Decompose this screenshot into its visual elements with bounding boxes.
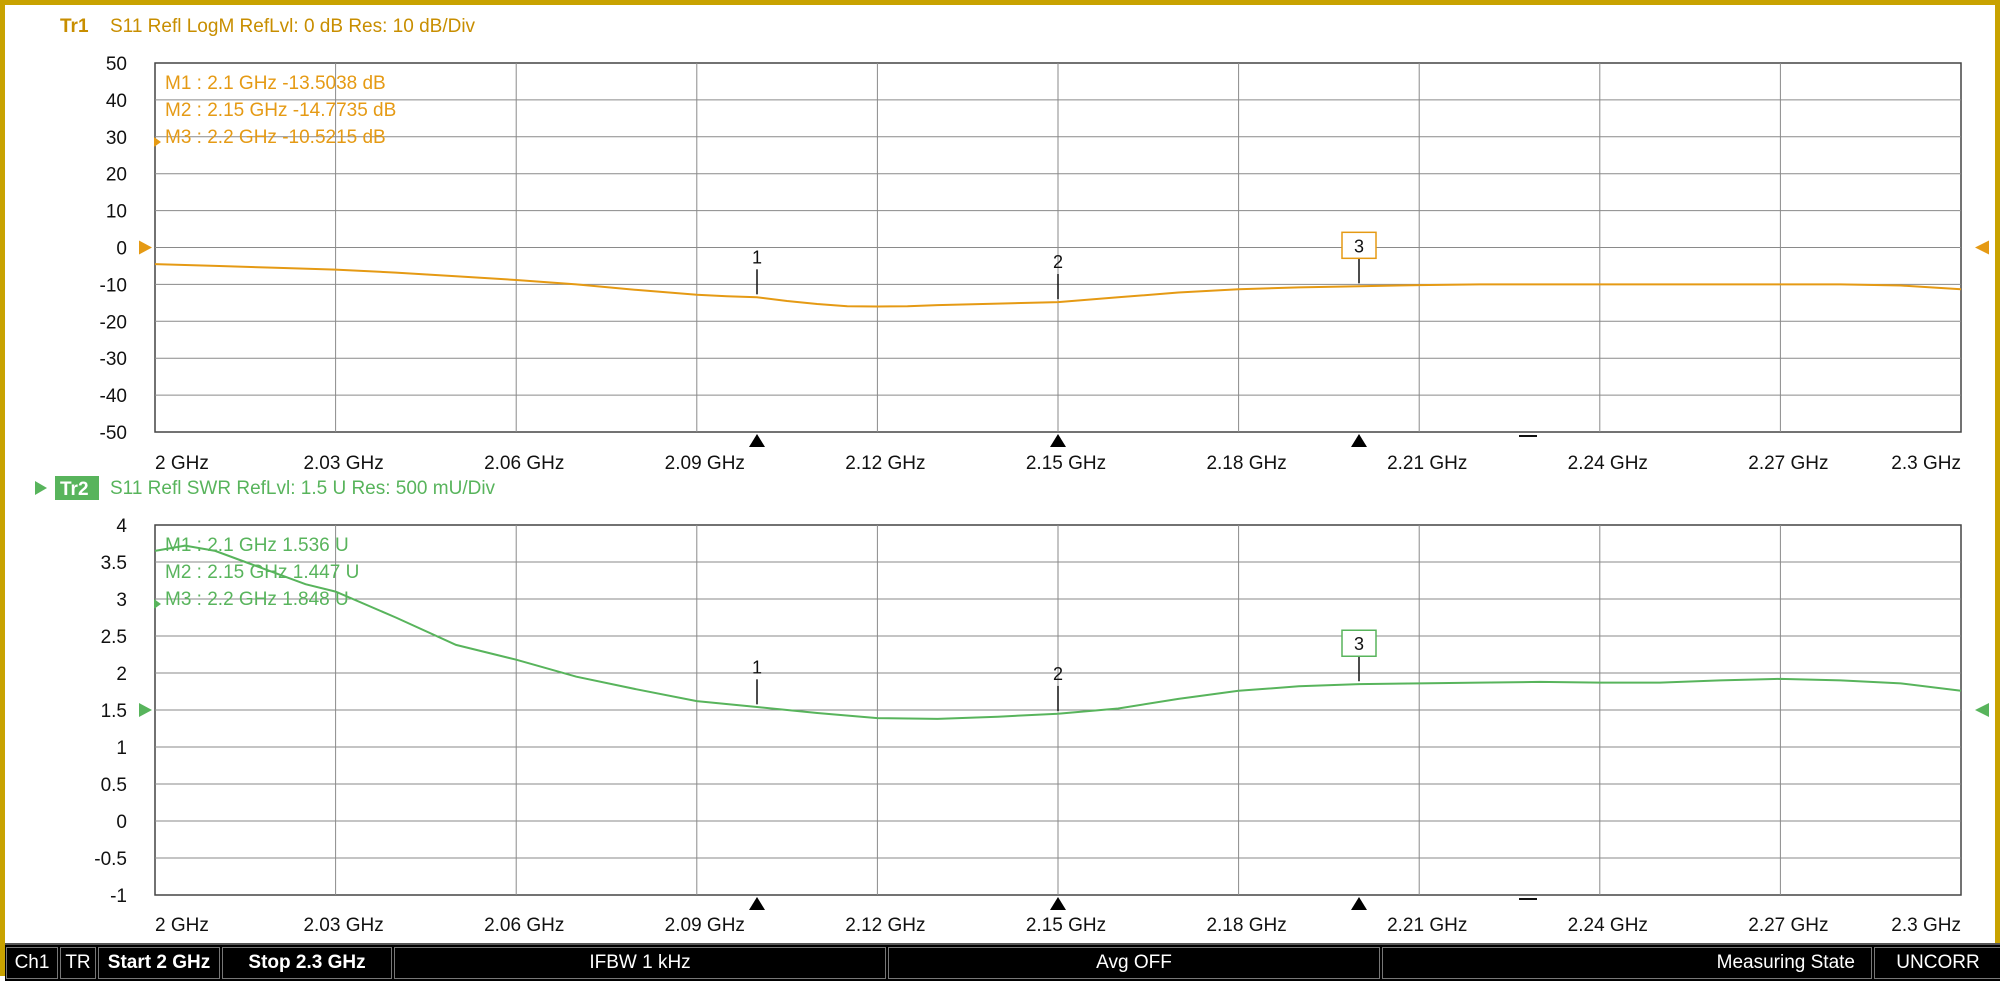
active-trace-arrow-icon [35,481,47,495]
start-frequency[interactable]: Start 2 GHz [98,947,220,979]
x-tick-label: 2.24 GHz [1568,915,1648,936]
x-tick-label: 2.24 GHz [1568,453,1648,474]
y-tick-label: 0.5 [101,775,127,796]
trace-id-label[interactable]: Tr2 [60,479,89,500]
ifbw-setting[interactable]: IFBW 1 kHz [394,947,886,979]
analyzer-window: Tr1 S11 Refl LogM RefLvl: 0 dB Res: 10 dB… [0,0,2000,981]
y-tick-label: 3.5 [101,553,127,574]
x-tick-label: 2.21 GHz [1387,453,1467,474]
y-tick-label: -50 [100,423,127,444]
y-tick-label: -10 [100,275,127,296]
marker-position-icon[interactable] [749,897,765,910]
ref-level-left-icon[interactable] [139,240,152,255]
trace-panel-tr1: Tr1 S11 Refl LogM RefLvl: 0 dB Res: 10 dB… [60,16,1989,474]
channel-indicator[interactable]: Ch1 [6,947,58,979]
trace-mode-indicator[interactable]: TR [60,947,96,979]
x-tick-label: 2.3 GHz [1891,453,1961,474]
y-tick-label: -20 [100,312,127,333]
y-tick-label: 0 [116,812,127,833]
stop-frequency[interactable]: Stop 2.3 GHz [222,947,392,979]
y-tick-label: 1.5 [101,701,127,722]
x-tick-label: 2.12 GHz [845,915,925,936]
status-bar: Ch1 TR Start 2 GHz Stop 2.3 GHz IFBW 1 k… [5,943,2000,981]
x-tick-label: 2.06 GHz [484,453,564,474]
marker-number: 3 [1354,236,1364,256]
x-tick-label: 2.15 GHz [1026,915,1106,936]
ref-level-right-icon[interactable] [1975,703,1989,717]
averaging-setting[interactable]: Avg OFF [888,947,1380,979]
x-tick-label: 2 GHz [155,453,209,474]
x-tick-label: 2.27 GHz [1748,453,1828,474]
marker-position-icon[interactable] [1050,434,1066,447]
y-tick-label: -1 [110,886,127,907]
y-tick-label: 50 [106,54,127,75]
y-tick-label: 0 [116,239,127,260]
marker-position-icon[interactable] [749,434,765,447]
measuring-state: Measuring State [1382,947,1872,979]
marker-number: 2 [1053,252,1063,272]
trace-settings-text: S11 Refl LogM RefLvl: 0 dB Res: 10 dB/Di… [110,16,476,37]
y-tick-label: 4 [116,516,127,537]
x-tick-label: 2.18 GHz [1206,915,1286,936]
y-tick-label: 30 [106,128,127,149]
x-tick-label: 2.27 GHz [1748,915,1828,936]
y-tick-label: 40 [106,91,127,112]
marker-number: 3 [1354,634,1364,654]
marker-position-icon[interactable] [1351,434,1367,447]
y-tick-label: 10 [106,202,127,223]
trace-panel-tr2: Tr2 S11 Refl SWR RefLvl: 1.5 U Res: 500 m… [35,476,1989,936]
ref-level-right-icon[interactable] [1975,240,1989,255]
y-tick-label: 2.5 [101,627,127,648]
trace-display: Tr1 S11 Refl LogM RefLvl: 0 dB Res: 10 dB… [35,16,1989,936]
marker-readout: M1 : 2.1 GHz 1.536 U [165,535,349,556]
marker-number: 2 [1053,664,1063,684]
y-tick-label: -0.5 [94,849,127,870]
marker-readout: M1 : 2.1 GHz -13.5038 dB [165,73,386,94]
x-tick-label: 2.09 GHz [665,453,745,474]
trace-header[interactable]: Tr1 S11 Refl LogM RefLvl: 0 dB Res: 10 dB… [60,16,476,37]
ref-level-left-icon[interactable] [139,703,152,717]
trace-id-label[interactable]: Tr1 [60,16,89,37]
marker-readout: M2 : 2.15 GHz -14.7735 dB [165,100,396,121]
x-tick-label: 2.18 GHz [1206,453,1286,474]
y-tick-label: 2 [116,664,127,685]
y-tick-label: 1 [116,738,127,759]
trace-settings-text: S11 Refl SWR RefLvl: 1.5 U Res: 500 mU/D… [110,478,496,499]
x-tick-label: 2.3 GHz [1891,915,1961,936]
marker-readout: M3 : 2.2 GHz -10.5215 dB [165,127,386,148]
marker-readout: M3 : 2.2 GHz 1.848 U [165,589,349,610]
x-tick-label: 2.03 GHz [303,453,383,474]
y-tick-label: -40 [100,386,127,407]
calibration-state[interactable]: UNCORR [1874,947,2000,979]
x-tick-label: 2.03 GHz [303,915,383,936]
x-tick-label: 2.15 GHz [1026,453,1106,474]
marker-position-icon[interactable] [1050,897,1066,910]
marker-number: 1 [752,247,762,267]
x-tick-label: 2.06 GHz [484,915,564,936]
trace-header[interactable]: Tr2 S11 Refl SWR RefLvl: 1.5 U Res: 500 m… [35,476,496,500]
marker-readout: M2 : 2.15 GHz 1.447 U [165,562,359,583]
y-tick-label: -30 [100,349,127,370]
x-tick-label: 2 GHz [155,915,209,936]
x-tick-label: 2.09 GHz [665,915,745,936]
x-tick-label: 2.21 GHz [1387,915,1467,936]
y-tick-label: 20 [106,165,127,186]
marker-position-icon[interactable] [1351,897,1367,910]
y-tick-label: 3 [116,590,127,611]
x-tick-label: 2.12 GHz [845,453,925,474]
marker-number: 1 [752,657,762,677]
